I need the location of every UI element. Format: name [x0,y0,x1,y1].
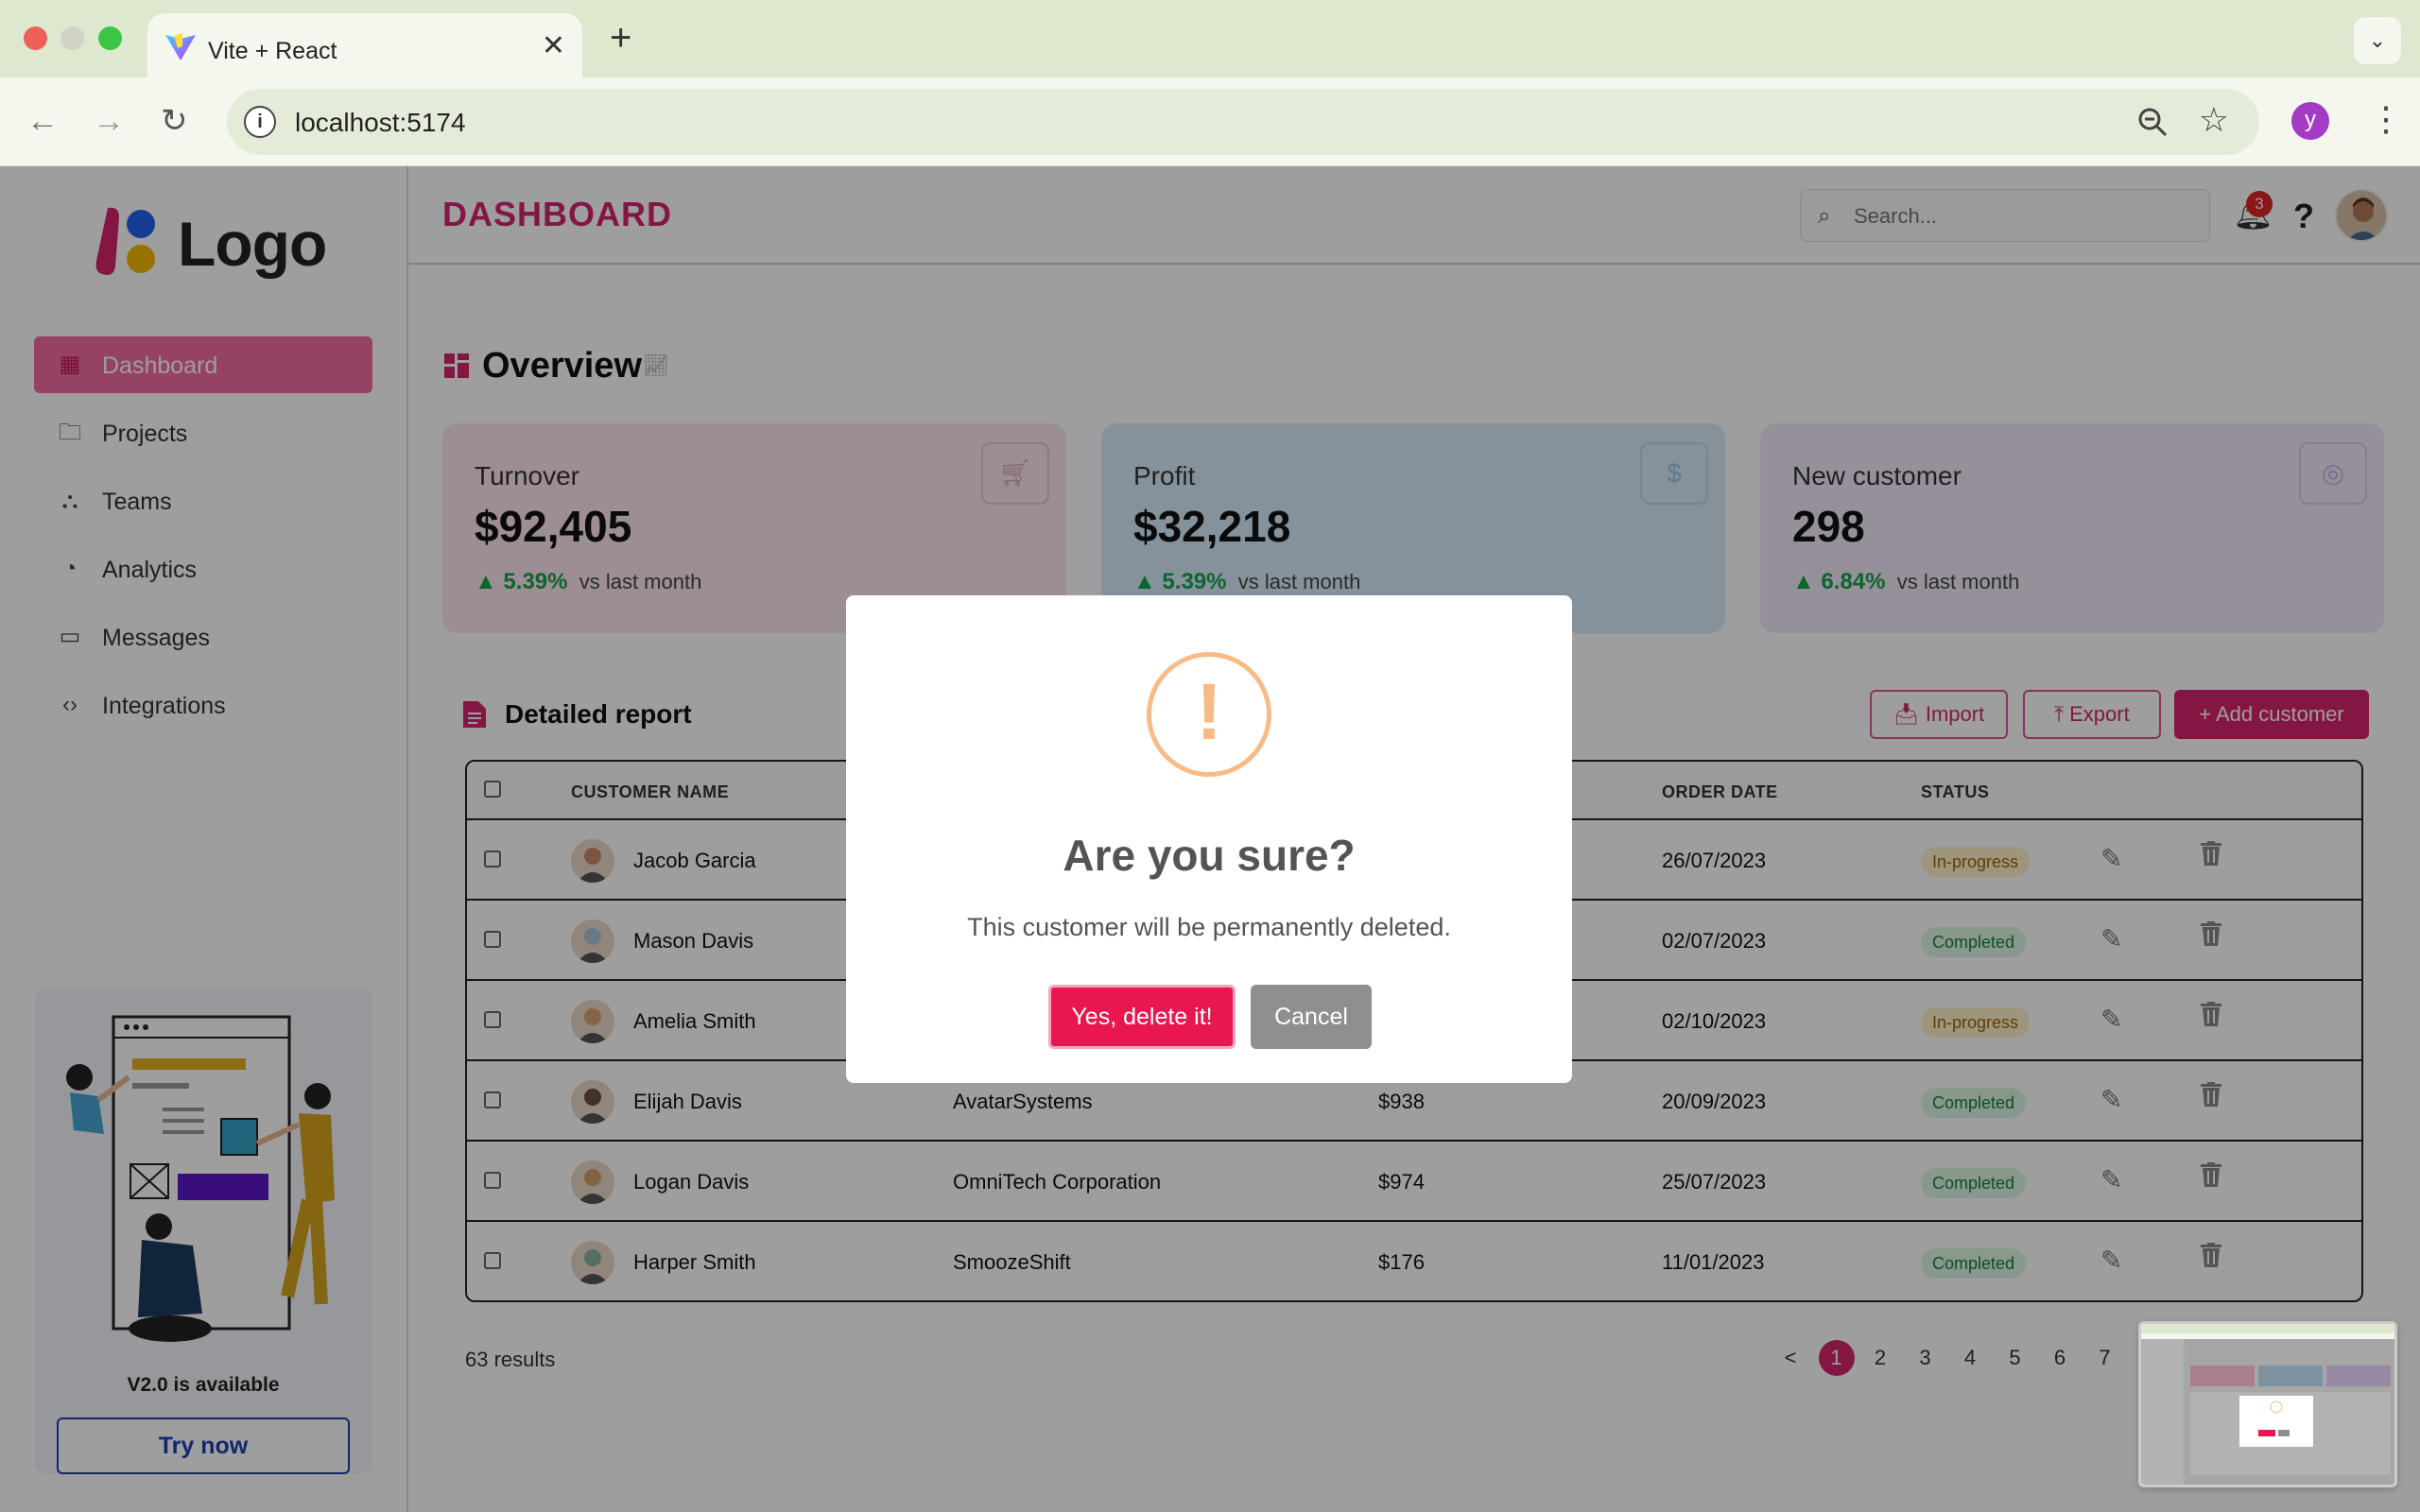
bookmark-star-icon[interactable]: ☆ [2199,100,2229,140]
screenshot-preview-thumbnail[interactable] [2138,1321,2397,1487]
browser-menu-icon[interactable]: ⋮ [2369,98,2403,140]
browser-profile-avatar[interactable]: y [2291,102,2329,140]
url-text[interactable]: localhost:5174 [295,108,466,138]
tab-close-icon[interactable]: ✕ [542,32,565,60]
tab-search-button[interactable]: ⌄ [2354,17,2401,64]
zoom-icon[interactable] [2136,106,2169,138]
tab-title: Vite + React [208,38,337,64]
site-info-icon[interactable]: i [244,106,276,138]
cancel-button[interactable]: Cancel [1251,985,1372,1049]
preview-image [2141,1324,2394,1485]
confirm-delete-button[interactable]: Yes, delete it! [1048,985,1236,1049]
new-tab-button[interactable]: + [610,19,631,57]
dialog-message: This customer will be permanently delete… [967,913,1451,941]
address-bar[interactable]: i localhost:5174 ☆ [227,89,2259,155]
maximize-window-button[interactable] [98,26,122,50]
browser-tab[interactable]: Vite + React ✕ [147,13,582,77]
close-window-button[interactable] [24,26,47,50]
forward-arrow-icon[interactable]: → [93,102,125,140]
confirm-delete-dialog: ! Are you sure? This customer will be pe… [846,595,1572,1083]
back-arrow-icon[interactable]: ← [26,102,59,140]
warning-icon: ! [1147,652,1271,777]
browser-tab-bar: Vite + React ✕ + ⌄ [0,0,2420,77]
minimize-window-button[interactable] [60,26,84,50]
vite-logo-icon [165,33,196,60]
reload-icon[interactable]: ↻ [161,102,188,140]
browser-toolbar: ← → ↻ i localhost:5174 ☆ [0,77,2420,166]
dialog-title: Are you sure? [1063,831,1356,880]
warning-mark: ! [1196,667,1222,756]
